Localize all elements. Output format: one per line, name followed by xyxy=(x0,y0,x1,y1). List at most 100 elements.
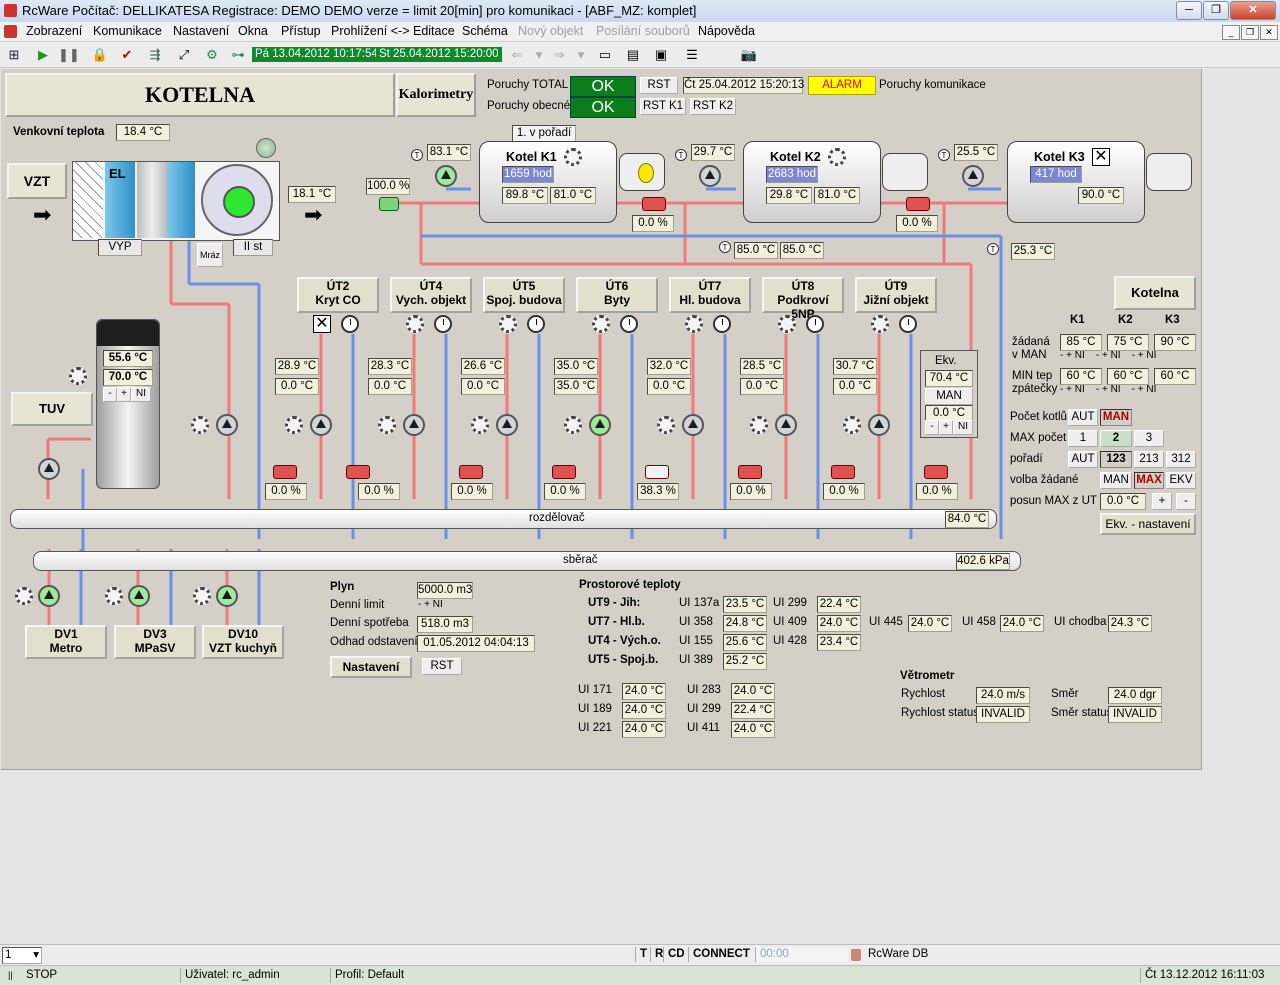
ut5-pump-gear-icon[interactable] xyxy=(471,416,489,434)
maximize-button[interactable]: ❐ xyxy=(1203,1,1229,20)
list-icon[interactable]: ☰ xyxy=(683,46,701,63)
pocet-aut-button[interactable]: AUT xyxy=(1068,409,1098,426)
ut5-clock-icon[interactable] xyxy=(527,315,545,333)
tuv-circ-gear-icon[interactable] xyxy=(191,416,209,434)
rst-k1-button[interactable]: RST K1 xyxy=(640,98,686,115)
ut5-gear-icon[interactable] xyxy=(499,315,517,333)
menu-napoveda[interactable]: Nápověda xyxy=(698,24,755,38)
ut6-gear-icon[interactable] xyxy=(592,315,610,333)
max-pocet-1[interactable]: 1 xyxy=(1068,430,1098,447)
link-icon[interactable]: ⚙ xyxy=(203,46,221,63)
boiler-k1-gear-icon[interactable] xyxy=(564,148,582,166)
dropdown2-icon[interactable]: ▾ xyxy=(572,46,590,63)
menu-novy-objekt[interactable]: Nový objekt xyxy=(518,24,583,38)
arrows-icon[interactable]: ⇶ xyxy=(146,46,164,63)
volba-ekv[interactable]: EKV xyxy=(1166,472,1196,489)
printer-icon[interactable]: ▤ xyxy=(624,46,642,63)
circuit-ut9-button[interactable]: ÚT9 Jižní objekt xyxy=(855,277,937,313)
play-icon[interactable]: ▶ xyxy=(34,46,52,63)
ut6-pump-gear-icon[interactable] xyxy=(564,416,582,434)
posun-minus-button[interactable]: - xyxy=(1176,493,1196,510)
vzt-button[interactable]: VZT xyxy=(7,163,67,199)
menu-prohlizeni[interactable]: Prohlížení <-> Editace xyxy=(331,24,455,38)
poradi-123[interactable]: 123 xyxy=(1100,451,1132,468)
menu-okna[interactable]: Okna xyxy=(238,24,268,38)
kalorimetry-button[interactable]: Kalorimetry xyxy=(396,73,476,117)
plyn-rst-button[interactable]: RST xyxy=(422,658,462,675)
rst-k2-button[interactable]: RST K2 xyxy=(690,98,736,115)
menu-komunikace[interactable]: Komunikace xyxy=(93,24,162,38)
tuv-gear-icon[interactable] xyxy=(69,367,87,385)
mdi-restore-button[interactable]: ❐ xyxy=(1241,25,1259,40)
denni-limit-controls[interactable]: - + NI xyxy=(418,599,443,610)
ut4-gear-icon[interactable] xyxy=(406,315,424,333)
pocet-man-button[interactable]: MAN xyxy=(1100,409,1132,426)
ut8-gear-icon[interactable] xyxy=(778,315,796,333)
back-icon[interactable]: ⇐ xyxy=(508,46,526,63)
circuit-ut6-button[interactable]: ÚT6 Byty xyxy=(576,277,658,313)
page-combo[interactable]: 1 ▾ xyxy=(2,947,42,964)
dropdown-icon[interactable]: ▾ xyxy=(530,46,548,63)
mraz-button[interactable]: Mráz xyxy=(197,243,223,267)
zadana-controls[interactable]: - + NI - + NI - + NI xyxy=(1060,350,1156,361)
tuv-minus-button[interactable]: - xyxy=(103,387,117,402)
menu-posilani[interactable]: Posílání souborů xyxy=(596,24,690,38)
ut7-clock-icon[interactable] xyxy=(713,315,731,333)
ekv-mode[interactable]: MAN xyxy=(925,388,973,405)
plyn-nastaveni-button[interactable]: Nastavení xyxy=(330,656,412,678)
lock-icon[interactable]: 🔒 xyxy=(91,46,109,63)
dv1-gear-icon[interactable] xyxy=(15,587,33,605)
max-pocet-3[interactable]: 3 xyxy=(1134,430,1164,447)
minimize-button[interactable]: ─ xyxy=(1176,1,1202,20)
pause-icon[interactable]: ❚❚ xyxy=(58,46,80,63)
check-icon[interactable]: ✔ xyxy=(118,46,136,63)
ut9-clock-icon[interactable] xyxy=(899,315,917,333)
ekv-nastaveni-button[interactable]: Ekv. - nastavení xyxy=(1100,513,1196,535)
menu-nastaveni[interactable]: Nastavení xyxy=(173,24,229,38)
tree-icon[interactable]: ⊶ xyxy=(229,46,247,63)
ekv-plus-button[interactable]: + xyxy=(939,420,953,435)
tuv-ni-button[interactable]: NI xyxy=(131,387,151,402)
rst-button[interactable]: RST xyxy=(640,77,678,94)
camera-icon[interactable]: 📷 xyxy=(738,46,760,63)
ut2-clock-icon[interactable] xyxy=(341,315,359,333)
ut4-pump-gear-icon[interactable] xyxy=(378,416,396,434)
poradi-213[interactable]: 213 xyxy=(1134,451,1164,468)
zoom-icon[interactable]: ⤢ xyxy=(175,46,193,63)
dv10-button[interactable]: DV10 VZT kuchyň xyxy=(202,625,284,659)
ut7-pump-gear-icon[interactable] xyxy=(657,416,675,434)
dv3-button[interactable]: DV3 MPaSV xyxy=(114,625,196,659)
ut7-gear-icon[interactable] xyxy=(685,315,703,333)
ut2-pump-gear-icon[interactable] xyxy=(285,416,303,434)
circuit-ut5-button[interactable]: ÚT5 Spoj. budova xyxy=(483,277,565,313)
ekv-minus-button[interactable]: - xyxy=(925,420,939,435)
screen-icon[interactable]: ▭ xyxy=(596,46,614,63)
ut8-clock-icon[interactable] xyxy=(806,315,824,333)
menu-schema[interactable]: Schéma xyxy=(462,24,508,38)
dv3-gear-icon[interactable] xyxy=(105,587,123,605)
circuit-ut4-button[interactable]: ÚT4 Vych. objekt xyxy=(390,277,472,313)
ut9-pump-gear-icon[interactable] xyxy=(843,416,861,434)
min-controls[interactable]: - + NI - + NI - + NI xyxy=(1060,384,1156,395)
ut9-gear-icon[interactable] xyxy=(871,315,889,333)
tuv-button[interactable]: TUV xyxy=(11,392,93,426)
circuit-ut8-button[interactable]: ÚT8 Podkroví 5NP xyxy=(762,277,844,321)
poradi-312[interactable]: 312 xyxy=(1166,451,1196,468)
ekv-ni-button[interactable]: NI xyxy=(953,420,973,435)
ut8-pump-gear-icon[interactable] xyxy=(750,416,768,434)
forward-icon[interactable]: ⇒ xyxy=(550,46,568,63)
posun-plus-button[interactable]: + xyxy=(1152,493,1172,510)
mdi-close-button[interactable]: ✕ xyxy=(1260,25,1278,40)
volba-max[interactable]: MAX xyxy=(1134,472,1164,489)
close-button[interactable]: ✕ xyxy=(1230,1,1276,20)
ut6-clock-icon[interactable] xyxy=(620,315,638,333)
date-from[interactable]: Pá 13.04.2012 10:17:54 xyxy=(252,47,381,62)
kotelna-panel-button[interactable]: Kotelna xyxy=(1114,276,1196,310)
volba-man[interactable]: MAN xyxy=(1100,472,1132,489)
tuv-plus-button[interactable]: + xyxy=(117,387,131,402)
menu-zobrazeni[interactable]: Zobrazení xyxy=(26,24,82,38)
date-to[interactable]: St 25.04.2012 15:20:00 xyxy=(376,47,502,62)
max-pocet-2[interactable]: 2 xyxy=(1100,430,1132,447)
ut4-clock-icon[interactable] xyxy=(434,315,452,333)
mdi-minimize-button[interactable]: _ xyxy=(1222,25,1240,40)
